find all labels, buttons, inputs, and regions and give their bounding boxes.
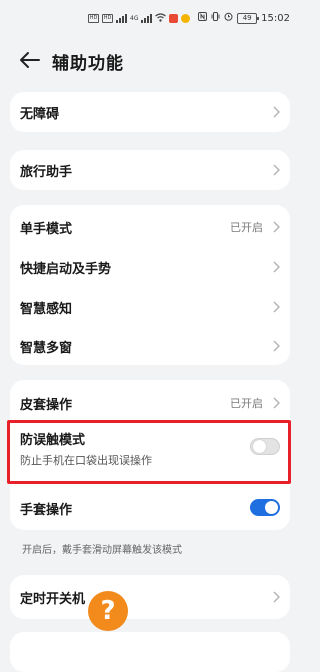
- chevron-right-icon: [273, 106, 280, 118]
- scheduled-power-label: 定时开关机: [20, 592, 86, 607]
- chevron-right-icon: [273, 397, 280, 409]
- chevron-right-icon: [273, 591, 280, 603]
- back-arrow-icon[interactable]: [19, 50, 41, 70]
- nfc-icon: [198, 12, 208, 24]
- status-bar: HD HD 4G 49 15:02: [0, 0, 300, 40]
- vibrate-icon: [211, 12, 220, 24]
- page-title: 辅助功能: [52, 54, 124, 74]
- one-hand-mode-item[interactable]: 单手模式 已开启: [10, 207, 290, 247]
- status-time: 15:02: [261, 12, 290, 24]
- cover-operation-label: 皮套操作: [20, 398, 73, 413]
- glove-mode-label: 手套操作: [20, 503, 73, 518]
- cover-operation-item[interactable]: 皮套操作 已开启: [10, 383, 290, 423]
- glove-mode-hint: 开启后，戴手套滑动屏幕触发该模式: [22, 545, 182, 556]
- app-notification-icon-2: [181, 14, 191, 23]
- highlight-annotation-box: [7, 420, 291, 484]
- smart-multiwindow-label: 智慧多窗: [20, 341, 73, 356]
- accessibility-item[interactable]: 无障碍: [10, 92, 290, 132]
- battery-icon: 49: [237, 12, 260, 24]
- one-hand-mode-status: 已开启: [230, 221, 263, 234]
- scheduled-power-item[interactable]: 定时开关机: [10, 577, 290, 617]
- app-notification-icon: [169, 14, 179, 23]
- chevron-right-icon: [273, 261, 280, 273]
- travel-assistant-item[interactable]: 旅行助手: [10, 150, 290, 190]
- chevron-right-icon: [273, 221, 280, 233]
- signal-icon: [116, 14, 127, 23]
- interaction-group-card: 单手模式 已开启 快捷启动及手势 智慧感知 智慧多窗: [10, 205, 290, 365]
- signal-icon-2: [141, 14, 153, 23]
- chevron-right-icon: [273, 164, 280, 176]
- toggle-knob: [265, 501, 278, 514]
- smart-multiwindow-item[interactable]: 智慧多窗: [10, 326, 290, 366]
- travel-assistant-label: 旅行助手: [20, 165, 73, 180]
- travel-assistant-card: 旅行助手: [10, 150, 290, 190]
- accessibility-card: 无障碍: [10, 92, 290, 132]
- smart-sensing-item[interactable]: 智慧感知: [10, 287, 290, 327]
- status-left-icons: HD HD 4G: [88, 13, 191, 24]
- watermark-question-icon: ?: [88, 591, 128, 631]
- glove-mode-item[interactable]: 手套操作: [10, 488, 290, 528]
- sim-hd-icon-2: HD: [102, 14, 113, 23]
- next-card-partial: [10, 632, 290, 672]
- scheduled-power-card: 定时开关机: [10, 575, 290, 619]
- sim-hd-icon: HD: [88, 14, 99, 23]
- alarm-icon: [224, 12, 233, 24]
- status-right-icons: 49 15:02: [198, 12, 290, 24]
- glove-mode-toggle[interactable]: [250, 499, 280, 516]
- accessibility-label: 无障碍: [20, 107, 60, 122]
- shortcuts-gestures-item[interactable]: 快捷启动及手势: [10, 247, 290, 287]
- network-type-label: 4G: [130, 15, 139, 22]
- chevron-right-icon: [273, 340, 280, 352]
- shortcuts-gestures-label: 快捷启动及手势: [20, 262, 112, 277]
- one-hand-mode-label: 单手模式: [20, 222, 73, 237]
- cover-operation-status: 已开启: [230, 397, 263, 410]
- page-header: 辅助功能: [0, 40, 300, 80]
- smart-sensing-label: 智慧感知: [20, 302, 73, 317]
- wifi-icon: [155, 13, 167, 24]
- chevron-right-icon: [273, 301, 280, 313]
